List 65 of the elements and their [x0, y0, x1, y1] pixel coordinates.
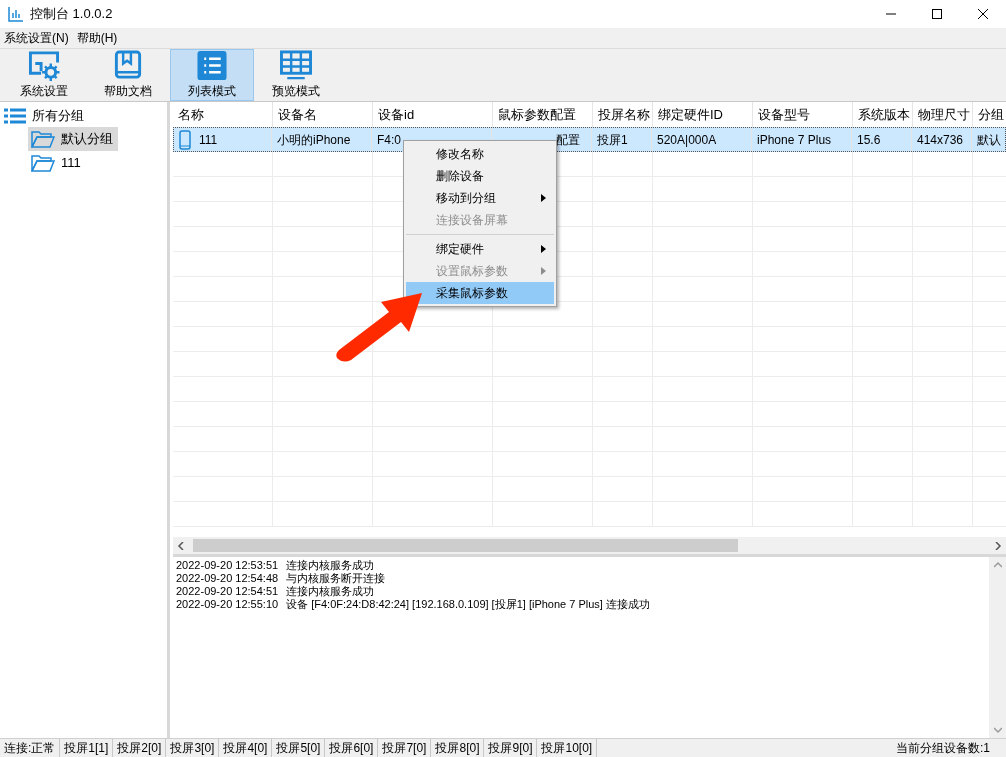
- status-item: 投屏10[0]: [537, 739, 598, 757]
- book-icon: [113, 50, 143, 81]
- context-menu-item[interactable]: 移动到分组: [406, 187, 554, 209]
- log-message: 设备 [F4:0F:24:D8:42:24] [192.168.0.109] [投屏1] [iPhone 7 Plus] 连接成功: [286, 598, 650, 611]
- status-device-count: 当前分组设备数:1: [896, 740, 990, 757]
- status-item: 投屏8[0]: [431, 739, 485, 757]
- log-message: 与内核服务断开连接: [286, 572, 386, 585]
- status-item: 连接:正常: [0, 739, 61, 757]
- status-item: 投屏7[0]: [378, 739, 432, 757]
- toolbar-button[interactable]: 列表模式: [170, 49, 254, 101]
- scroll-left-icon[interactable]: [177, 541, 185, 550]
- toolbar-button[interactable]: 系统设置: [2, 49, 86, 101]
- scroll-up-icon[interactable]: [993, 561, 1002, 569]
- table-cell-text: 15.6: [857, 131, 881, 149]
- submenu-arrow-icon: [541, 245, 546, 253]
- gear-monitor-icon: [27, 50, 61, 81]
- table-cell-text: 默认: [977, 131, 1001, 149]
- window-title: 控制台 1.0.0.2: [30, 5, 113, 24]
- tree-item[interactable]: 默认分组: [28, 127, 118, 151]
- tree-item[interactable]: 所有分组: [32, 106, 84, 126]
- table-icon: [279, 50, 313, 81]
- toolbar-button[interactable]: 帮助文档: [86, 49, 170, 101]
- toolbar-button[interactable]: 预览模式: [254, 49, 338, 101]
- maximize-icon: [932, 9, 942, 19]
- log-message: 连接内核服务成功: [286, 585, 375, 598]
- folder-icon: [31, 130, 55, 148]
- status-item: 投屏4[0]: [219, 739, 273, 757]
- status-item: 投屏6[0]: [325, 739, 379, 757]
- scroll-down-icon[interactable]: [993, 726, 1002, 734]
- submenu-arrow-icon: [541, 267, 546, 275]
- submenu-arrow-icon: [541, 194, 546, 202]
- status-item: 投屏5[0]: [272, 739, 326, 757]
- horizontal-scrollbar[interactable]: [173, 537, 1006, 554]
- log-time: 2022-09-20 12:54:48: [176, 572, 279, 585]
- table-cell-text: 111: [199, 131, 218, 149]
- list-icon: [4, 108, 26, 124]
- status-item: 投屏9[0]: [484, 739, 538, 757]
- log-time: 2022-09-20 12:55:10: [176, 598, 279, 611]
- app-icon: [8, 6, 24, 22]
- log-time: 2022-09-20 12:54:51: [176, 585, 279, 598]
- vertical-scrollbar[interactable]: [989, 557, 1006, 738]
- context-menu-item[interactable]: 采集鼠标参数: [406, 282, 554, 304]
- scrollbar-thumb[interactable]: [193, 539, 738, 552]
- context-menu-item[interactable]: 绑定硬件: [406, 238, 554, 260]
- menu-item[interactable]: 帮助(H): [72, 29, 122, 47]
- status-item: 投屏2[0]: [113, 739, 167, 757]
- table-cell-text: 414x736: [917, 131, 964, 149]
- menu-item[interactable]: 系统设置(N): [0, 29, 73, 47]
- status-item: 投屏3[0]: [166, 739, 220, 757]
- context-menu-item[interactable]: 删除设备: [406, 165, 554, 187]
- table-cell-text: 配置: [556, 131, 580, 149]
- table-cell-text: 投屏1: [597, 131, 628, 149]
- table-cell-text: 520A|000A: [657, 131, 717, 149]
- tree-item[interactable]: 111: [28, 151, 86, 175]
- log-time: 2022-09-20 12:53:51: [176, 559, 279, 572]
- list-icon: [196, 50, 228, 81]
- scroll-right-icon[interactable]: [994, 541, 1002, 550]
- status-item: 投屏1[1]: [60, 739, 114, 757]
- table-cell-text: 小明的iPhone: [277, 131, 351, 149]
- table-cell-text: F4:0: [377, 131, 401, 149]
- phone-icon: [179, 129, 191, 150]
- log-message: 连接内核服务成功: [286, 559, 375, 572]
- close-icon: [978, 9, 988, 19]
- table-cell-text: iPhone 7 Plus: [757, 131, 832, 149]
- folder-icon: [31, 154, 55, 172]
